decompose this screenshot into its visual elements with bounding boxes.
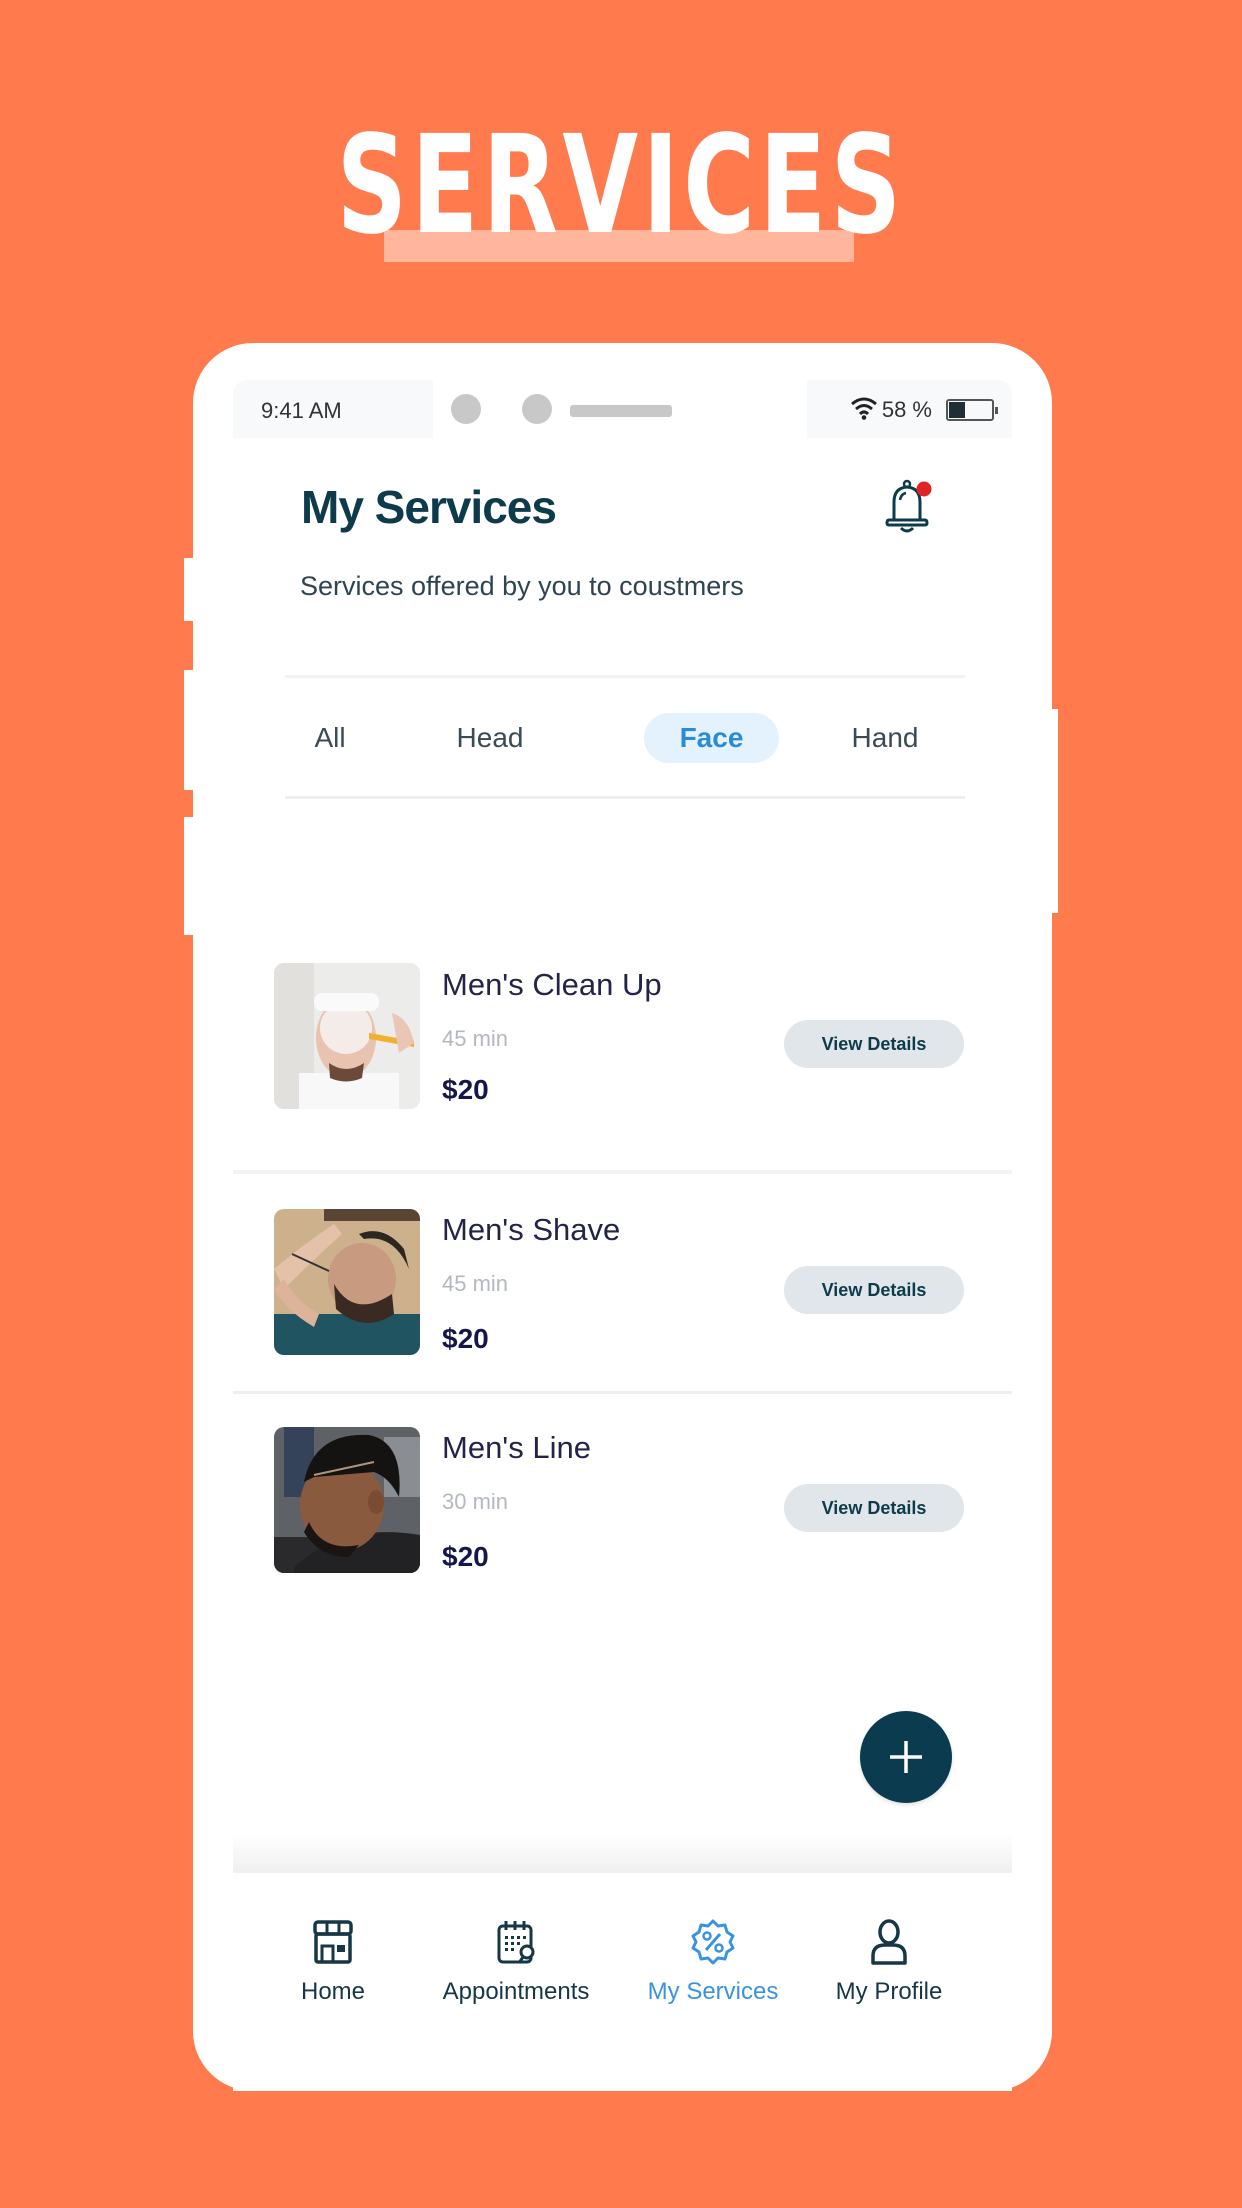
user-icon [871, 1919, 907, 1965]
status-bar: 9:41 AM 58 % [233, 380, 1012, 438]
nav-item-my-services[interactable]: My Services [628, 1918, 798, 2006]
service-row: Men's Shave 45 min $20 View Details [233, 1174, 1012, 1394]
beard-shave-photo [274, 1209, 420, 1355]
add-service-button[interactable] [860, 1711, 952, 1803]
nav-item-my-profile[interactable]: My Profile [804, 1918, 974, 2006]
service-duration: 45 min [442, 1026, 509, 1051]
nav-label: Home [300, 1978, 366, 2005]
notification-badge [916, 481, 932, 497]
nav-item-home[interactable]: Home [248, 1918, 418, 2006]
service-row: Men's Line 30 min $20 View Details [233, 1394, 1012, 1619]
phone-power-button [1048, 709, 1058, 913]
speaker-grille [570, 405, 672, 417]
service-row: Men's Clean Up 45 min $20 View Details [233, 943, 1012, 1174]
service-name: Men's Clean Up [442, 967, 662, 1002]
service-name: Men's Shave [442, 1212, 621, 1247]
service-duration: 45 min [442, 1271, 509, 1296]
phone-side-button [184, 558, 196, 621]
plus-icon [890, 1741, 922, 1773]
service-duration: 30 min [442, 1489, 509, 1514]
service-name: Men's Line [442, 1430, 591, 1465]
sensor-dot [522, 394, 552, 424]
tab-face[interactable]: Face [644, 713, 779, 763]
nav-label: My Profile [835, 1978, 943, 2005]
view-details-button[interactable]: View Details [784, 1266, 964, 1314]
battery-icon [946, 399, 998, 421]
service-price: $20 [442, 1323, 489, 1354]
nav-label: Appointments [442, 1978, 590, 2005]
discount-badge-icon [691, 1919, 735, 1965]
battery-percent: 58 % [881, 397, 932, 422]
page-title: My Services [301, 481, 557, 533]
haircut-line-photo [274, 1427, 420, 1573]
storefront-icon [313, 1920, 353, 1964]
view-details-button[interactable]: View Details [784, 1020, 964, 1068]
battery-level-fill [949, 402, 965, 418]
view-details-button[interactable]: View Details [784, 1484, 964, 1532]
phone-volume-down-button [184, 817, 196, 935]
bell-icon[interactable] [885, 478, 935, 534]
wifi-icon [851, 397, 877, 420]
calendar-search-icon [497, 1921, 535, 1964]
nav-item-appointments[interactable]: Appointments [431, 1918, 601, 2006]
camera-dot [451, 394, 481, 424]
bottom-nav: Home Appointments My Services My Profile [233, 1880, 1012, 2091]
service-price: $20 [442, 1541, 489, 1572]
status-time: 9:41 AM [261, 398, 342, 423]
banner-underline [384, 230, 854, 262]
tab-hand[interactable]: Hand [835, 713, 935, 763]
services-list: Men's Clean Up 45 min $20 View Details M… [233, 943, 1012, 1619]
nav-label: My Services [647, 1978, 779, 2005]
facial-treatment-photo [274, 963, 420, 1109]
phone-volume-up-button [184, 670, 196, 790]
tab-all[interactable]: All [305, 713, 355, 763]
service-price: $20 [442, 1074, 489, 1105]
tab-head[interactable]: Head [445, 713, 535, 763]
phone-frame: 9:41 AM 58 % My Services Services offere… [184, 343, 1058, 2091]
page-subtitle: Services offered by you to coustmers [300, 571, 744, 601]
category-tabs: All Head Face Hand [285, 675, 965, 799]
